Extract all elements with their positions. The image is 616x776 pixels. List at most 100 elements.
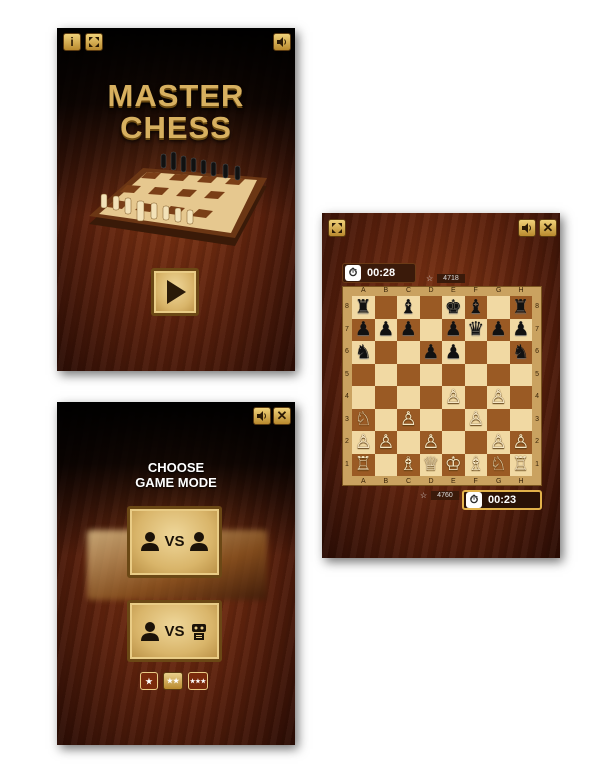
board-square[interactable]: ♛ bbox=[464, 318, 487, 341]
black-piece[interactable]: ♞ bbox=[512, 342, 529, 362]
board-square[interactable] bbox=[442, 363, 465, 386]
board-square[interactable]: ♕ bbox=[419, 453, 442, 476]
white-piece[interactable]: ♙ bbox=[512, 432, 529, 452]
board-square[interactable]: ♙ bbox=[419, 431, 442, 454]
play-button[interactable] bbox=[151, 268, 199, 316]
board-square[interactable]: ♟ bbox=[442, 318, 465, 341]
board-square[interactable] bbox=[397, 341, 420, 364]
board-square[interactable] bbox=[487, 296, 510, 319]
board-square[interactable]: ♙ bbox=[397, 408, 420, 431]
board-square[interactable] bbox=[374, 386, 397, 409]
black-piece[interactable]: ♝ bbox=[400, 297, 417, 317]
sound-button[interactable] bbox=[518, 219, 536, 237]
board-square[interactable] bbox=[464, 431, 487, 454]
board-square[interactable]: ♟ bbox=[442, 341, 465, 364]
board-square[interactable]: ♙ bbox=[352, 431, 375, 454]
board-square[interactable] bbox=[509, 408, 532, 431]
white-piece[interactable]: ♙ bbox=[490, 432, 507, 452]
board-square[interactable]: ♗ bbox=[464, 453, 487, 476]
close-button[interactable]: ✕ bbox=[539, 219, 557, 237]
board-square[interactable]: ♝ bbox=[464, 296, 487, 319]
board-square[interactable]: ♘ bbox=[487, 453, 510, 476]
player-vs-computer-button[interactable]: VS bbox=[127, 600, 222, 662]
board-square[interactable]: ♚ bbox=[442, 296, 465, 319]
difficulty-medium-button[interactable]: ★★ bbox=[163, 672, 183, 690]
board-square[interactable]: ♙ bbox=[442, 386, 465, 409]
board-square[interactable]: ♟ bbox=[509, 318, 532, 341]
difficulty-hard-button[interactable]: ★★★ bbox=[188, 672, 208, 690]
board-square[interactable]: ♔ bbox=[442, 453, 465, 476]
board-square[interactable]: ♘ bbox=[352, 408, 375, 431]
board-square[interactable] bbox=[487, 408, 510, 431]
board-square[interactable] bbox=[397, 431, 420, 454]
black-piece[interactable]: ♟ bbox=[400, 320, 417, 339]
black-piece[interactable]: ♟ bbox=[490, 320, 507, 339]
board-square[interactable]: ♖ bbox=[352, 453, 375, 476]
black-piece[interactable]: ♟ bbox=[512, 320, 529, 339]
board-square[interactable]: ♟ bbox=[419, 341, 442, 364]
board-square[interactable] bbox=[419, 318, 442, 341]
white-piece[interactable]: ♙ bbox=[355, 432, 372, 452]
board-square[interactable] bbox=[374, 296, 397, 319]
board-square[interactable] bbox=[374, 408, 397, 431]
board-square[interactable] bbox=[464, 386, 487, 409]
white-piece[interactable]: ♙ bbox=[490, 387, 507, 407]
white-piece[interactable]: ♕ bbox=[422, 455, 439, 474]
black-piece[interactable]: ♜ bbox=[355, 297, 372, 317]
white-piece[interactable]: ♖ bbox=[512, 455, 529, 474]
white-piece[interactable]: ♙ bbox=[467, 410, 484, 429]
black-piece[interactable]: ♟ bbox=[445, 342, 462, 362]
white-piece[interactable]: ♙ bbox=[445, 387, 462, 407]
sound-button[interactable] bbox=[253, 407, 271, 425]
board-square[interactable] bbox=[397, 386, 420, 409]
board-square[interactable]: ♙ bbox=[487, 386, 510, 409]
info-button[interactable]: i bbox=[63, 33, 81, 51]
board-square[interactable] bbox=[487, 363, 510, 386]
board-square[interactable]: ♙ bbox=[509, 431, 532, 454]
black-piece[interactable]: ♟ bbox=[445, 320, 462, 339]
board-square[interactable] bbox=[464, 363, 487, 386]
white-piece[interactable]: ♘ bbox=[355, 410, 372, 429]
black-piece[interactable]: ♟ bbox=[355, 320, 372, 339]
board-square[interactable] bbox=[374, 363, 397, 386]
white-piece[interactable]: ♖ bbox=[355, 455, 372, 474]
board-square[interactable]: ♙ bbox=[374, 431, 397, 454]
board-square[interactable] bbox=[419, 386, 442, 409]
board-square[interactable] bbox=[442, 408, 465, 431]
white-piece[interactable]: ♗ bbox=[400, 455, 417, 474]
board-square[interactable] bbox=[509, 363, 532, 386]
white-piece[interactable]: ♙ bbox=[377, 432, 394, 452]
fullscreen-button[interactable] bbox=[328, 219, 346, 237]
black-piece[interactable]: ♝ bbox=[467, 297, 484, 317]
board-square[interactable]: ♙ bbox=[464, 408, 487, 431]
board-square[interactable] bbox=[374, 453, 397, 476]
board-square[interactable] bbox=[487, 341, 510, 364]
black-piece[interactable]: ♜ bbox=[512, 297, 529, 317]
close-button[interactable]: ✕ bbox=[273, 407, 291, 425]
board-square[interactable] bbox=[352, 363, 375, 386]
difficulty-easy-button[interactable]: ★ bbox=[140, 672, 158, 690]
board-square[interactable]: ♞ bbox=[352, 341, 375, 364]
board-square[interactable] bbox=[464, 341, 487, 364]
board-square[interactable]: ♜ bbox=[352, 296, 375, 319]
board-square[interactable]: ♗ bbox=[397, 453, 420, 476]
black-piece[interactable]: ♟ bbox=[422, 342, 439, 362]
white-piece[interactable]: ♔ bbox=[445, 455, 462, 474]
fullscreen-button[interactable] bbox=[85, 33, 103, 51]
board-square[interactable] bbox=[442, 431, 465, 454]
board-square[interactable] bbox=[374, 341, 397, 364]
board-square[interactable]: ♙ bbox=[487, 431, 510, 454]
board-square[interactable]: ♝ bbox=[397, 296, 420, 319]
board-square[interactable]: ♖ bbox=[509, 453, 532, 476]
black-piece[interactable]: ♚ bbox=[445, 297, 462, 317]
white-piece[interactable]: ♙ bbox=[400, 410, 417, 429]
board-square[interactable] bbox=[419, 296, 442, 319]
white-piece[interactable]: ♘ bbox=[490, 455, 507, 474]
player-vs-player-button[interactable]: VS bbox=[127, 506, 222, 578]
board-square[interactable]: ♞ bbox=[509, 341, 532, 364]
board-square[interactable] bbox=[419, 408, 442, 431]
black-piece[interactable]: ♞ bbox=[355, 342, 372, 362]
board-square[interactable]: ♟ bbox=[487, 318, 510, 341]
white-piece[interactable]: ♗ bbox=[467, 455, 484, 474]
board-square[interactable]: ♟ bbox=[374, 318, 397, 341]
